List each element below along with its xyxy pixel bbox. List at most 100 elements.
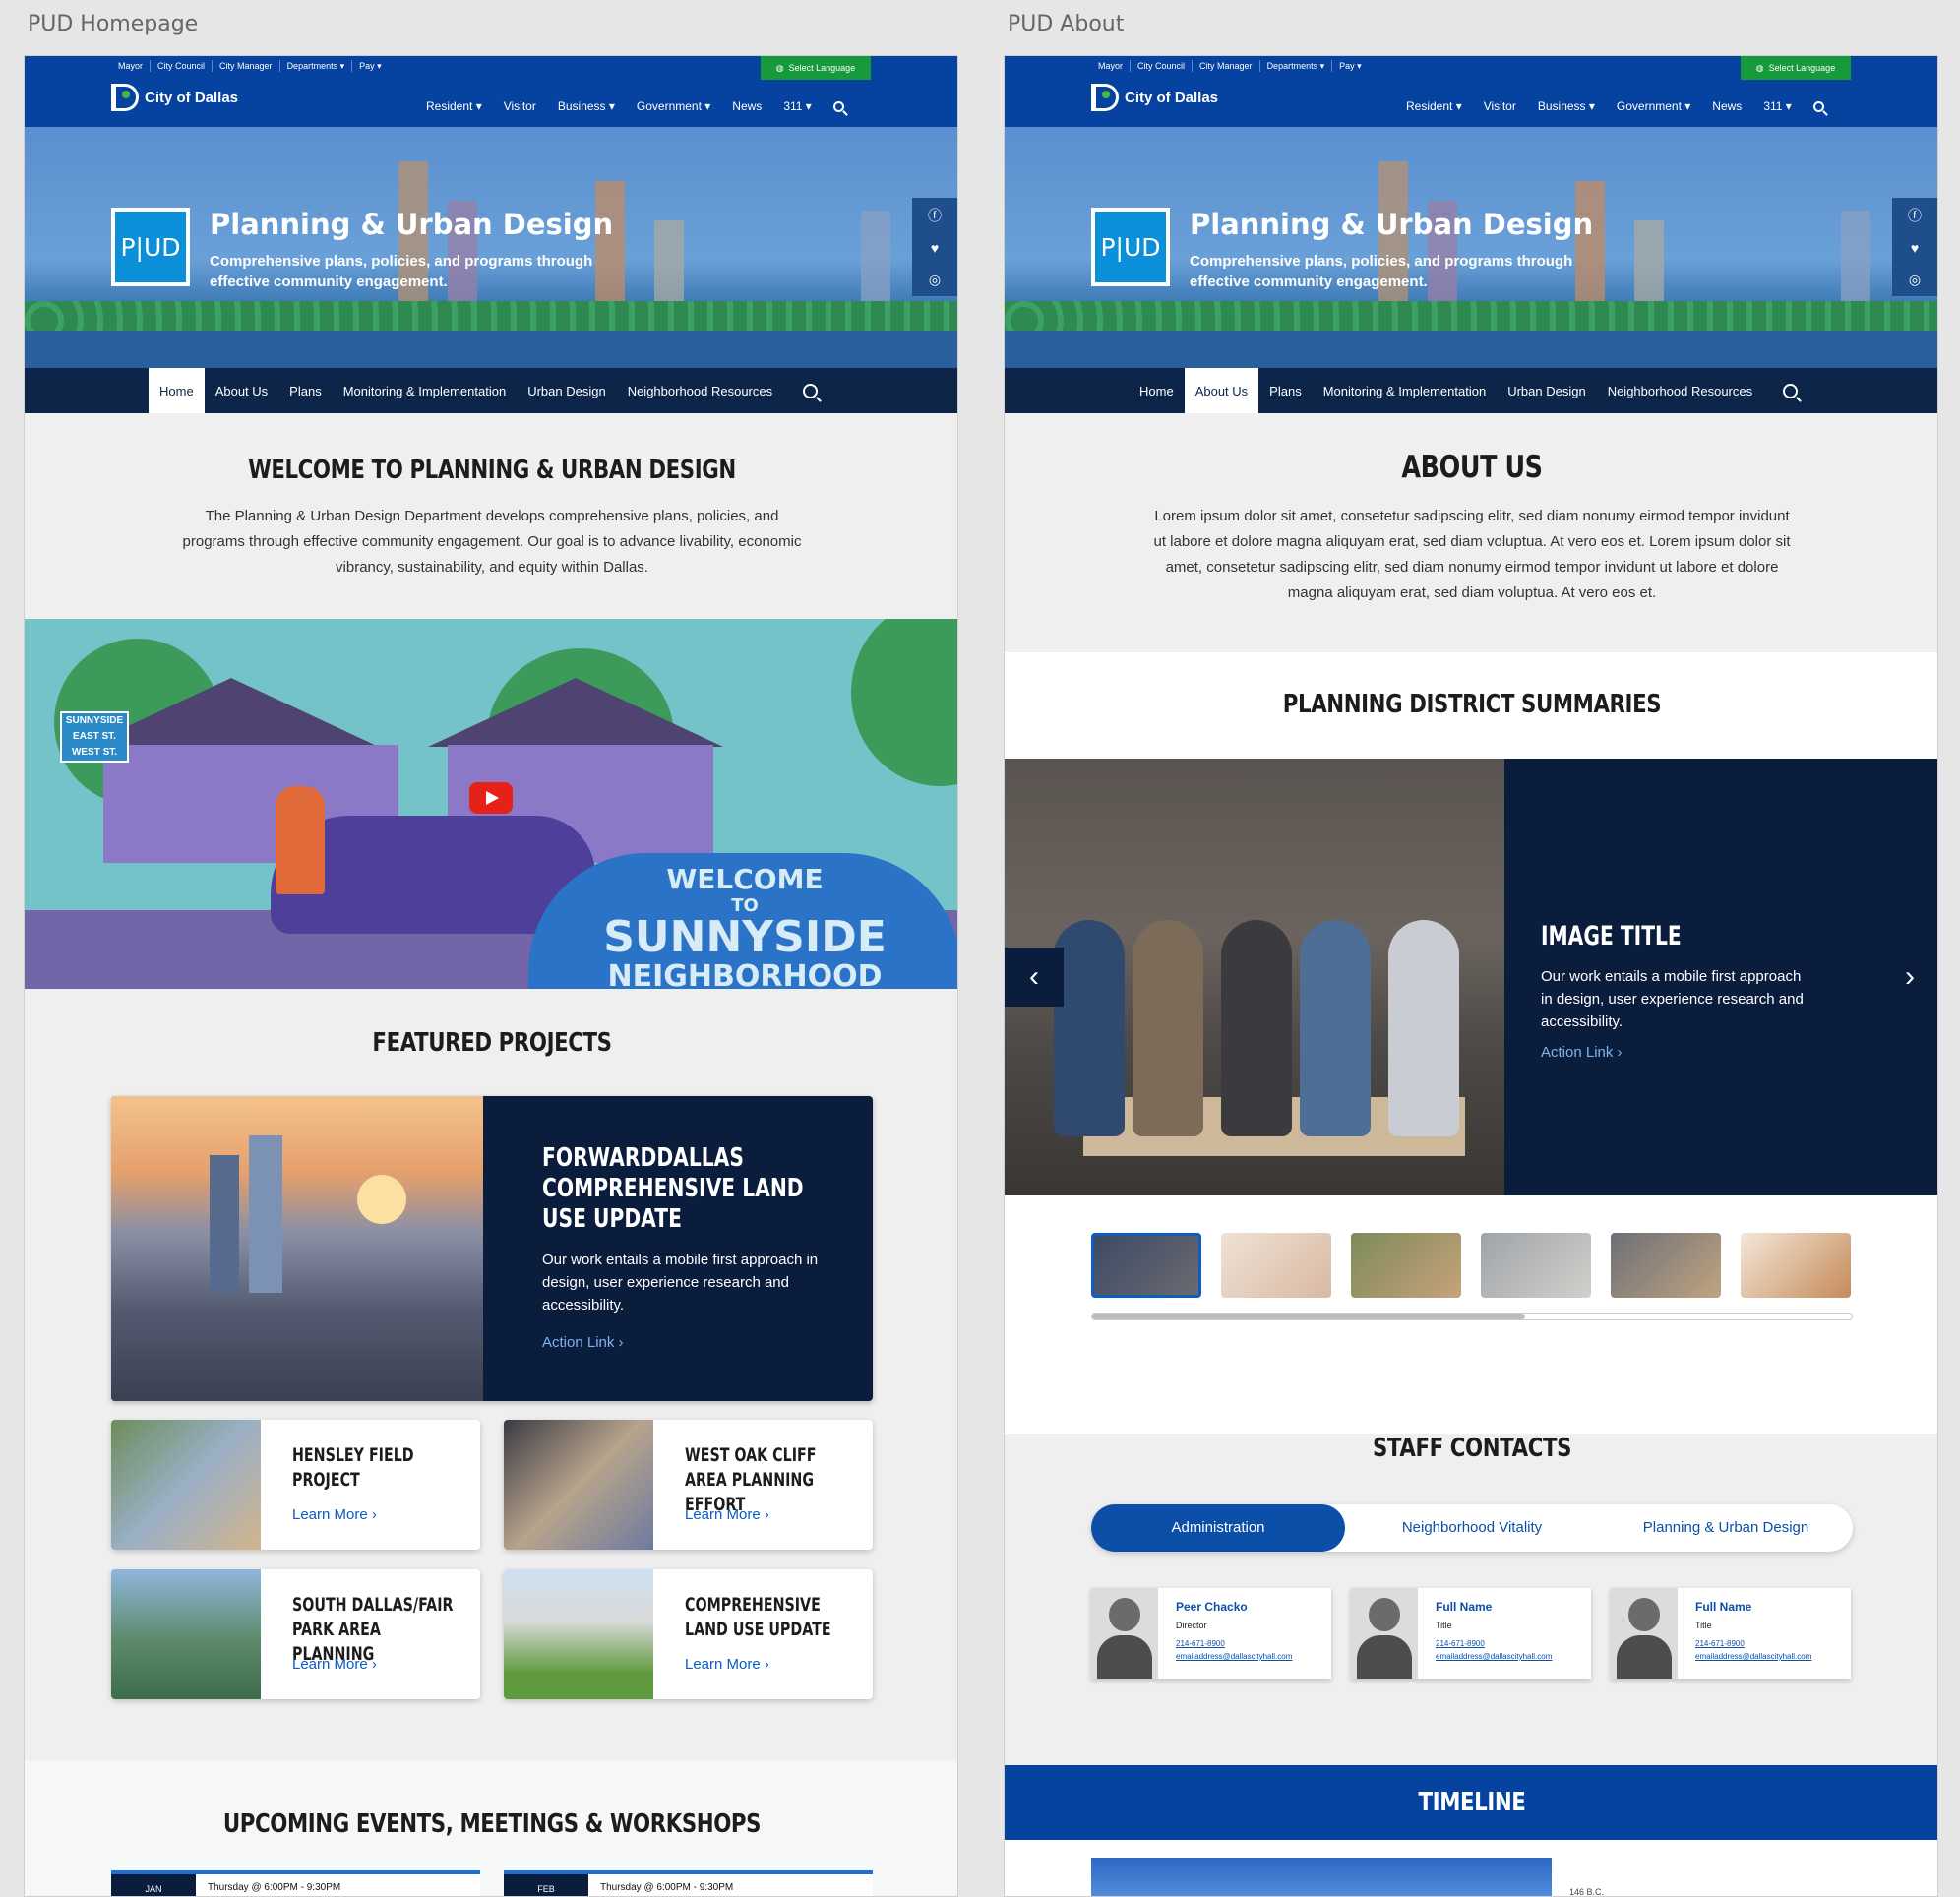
subnav-plans[interactable]: Plans [1258, 368, 1313, 413]
instagram-icon[interactable]: ◎ [929, 272, 941, 288]
carousel-action-link[interactable]: Action Link › [1541, 1044, 1623, 1061]
hero-subtitle: Comprehensive plans, policies, and progr… [210, 253, 593, 290]
nav-news[interactable]: News [1712, 99, 1742, 113]
util-link-manager[interactable]: City Manager [1193, 60, 1260, 72]
project-card-hensley[interactable]: HENSLEY FIELD PROJECT Learn More › [111, 1420, 480, 1550]
util-link-mayor[interactable]: Mayor [111, 60, 152, 72]
hero-banner: P|UD Planning & Urban Design Comprehensi… [25, 127, 957, 368]
subnav-home[interactable]: Home [1129, 368, 1185, 413]
search-icon[interactable] [832, 100, 844, 112]
avatar [1091, 1588, 1158, 1679]
featured-project-card[interactable]: FORWARDDALLAS COMPREHENSIVE LAND USE UPD… [111, 1096, 873, 1401]
avatar-body [1097, 1635, 1152, 1679]
thumbnail[interactable] [1091, 1233, 1201, 1298]
avatar-body [1357, 1635, 1412, 1679]
util-link-council[interactable]: City Council [151, 60, 214, 72]
util-link-manager[interactable]: City Manager [213, 60, 280, 72]
nav-resident[interactable]: Resident ▾ [1406, 99, 1462, 113]
street-sign-top: SUNNYSIDE [65, 715, 124, 726]
street-sign-east: EAST ST. [73, 731, 116, 742]
staff-email-link[interactable]: emailaddress@dallascityhall.com [1436, 1652, 1552, 1661]
learn-more-link[interactable]: Learn More › [685, 1506, 769, 1523]
facebook-icon[interactable]: ⓕ [1908, 206, 1922, 225]
select-language-button[interactable]: ◍ Select Language [1741, 56, 1851, 80]
staff-phone-link[interactable]: 214-671-8900 [1436, 1639, 1485, 1648]
subnav-urban-design[interactable]: Urban Design [517, 368, 617, 413]
subnav-search[interactable] [783, 368, 837, 413]
person [1054, 920, 1125, 1136]
featured-action-link[interactable]: Action Link › [542, 1334, 827, 1351]
hero-water [25, 331, 957, 368]
tab-planning-urban-design[interactable]: Planning & Urban Design [1599, 1504, 1853, 1552]
nav-business[interactable]: Business ▾ [1538, 99, 1595, 113]
nav-311[interactable]: 311 ▾ [1763, 99, 1792, 113]
thumbnail[interactable] [1221, 1233, 1331, 1298]
nav-311[interactable]: 311 ▾ [783, 99, 812, 113]
nav-news[interactable]: News [732, 99, 762, 113]
tab-neighborhood-vitality[interactable]: Neighborhood Vitality [1345, 1504, 1599, 1552]
thumbnail[interactable] [1481, 1233, 1591, 1298]
subnav-about[interactable]: About Us [1184, 368, 1259, 413]
subnav-neighborhood[interactable]: Neighborhood Resources [617, 368, 783, 413]
search-icon[interactable] [1812, 100, 1824, 112]
nav-government[interactable]: Government ▾ [1617, 99, 1690, 113]
avatar [1351, 1588, 1418, 1679]
subnav-search[interactable] [1763, 368, 1817, 413]
subnav-plans[interactable]: Plans [278, 368, 333, 413]
instagram-icon[interactable]: ◎ [1909, 272, 1921, 288]
learn-more-link[interactable]: Learn More › [292, 1506, 377, 1523]
timeline-date: 146 B.C. [1569, 1887, 1605, 1897]
city-logo[interactable]: City of Dallas [111, 84, 238, 111]
city-logo[interactable]: City of Dallas [1091, 84, 1218, 111]
event-card[interactable]: FEB Thursday @ 6:00PM - 9:30PM [504, 1870, 873, 1896]
staff-phone-link[interactable]: 214-671-8900 [1695, 1639, 1745, 1648]
nav-business[interactable]: Business ▾ [558, 99, 615, 113]
subnav-monitoring[interactable]: Monitoring & Implementation [1313, 368, 1497, 413]
staff-email-link[interactable]: emailaddress@dallascityhall.com [1695, 1652, 1811, 1661]
project-card-south-dallas[interactable]: SOUTH DALLAS/FAIR PARK AREA PLANNING Lea… [111, 1569, 480, 1699]
subnav-home[interactable]: Home [149, 368, 205, 413]
scrollbar-thumb[interactable] [1092, 1314, 1526, 1319]
department-nav: Home About Us Plans Monitoring & Impleme… [1005, 368, 1937, 413]
thumbnail[interactable] [1611, 1233, 1721, 1298]
util-link-departments[interactable]: Departments ▾ [1260, 60, 1333, 72]
about-text: Lorem ipsum dolor sit amet, consetetur s… [1153, 508, 1791, 601]
event-card[interactable]: JAN Thursday @ 6:00PM - 9:30PM [111, 1870, 480, 1896]
search-icon [803, 383, 819, 398]
thumbnail[interactable] [1351, 1233, 1461, 1298]
carousel-prev-icon[interactable]: ‹ [1005, 948, 1064, 1007]
util-link-pay[interactable]: Pay ▾ [1332, 60, 1369, 72]
project-card-west-oak-cliff[interactable]: WEST OAK CLIFF AREA PLANNING EFFORT Lear… [504, 1420, 873, 1550]
nav-visitor[interactable]: Visitor [1484, 99, 1516, 113]
util-link-mayor[interactable]: Mayor [1091, 60, 1132, 72]
tab-administration[interactable]: Administration [1091, 1504, 1345, 1552]
featured-project-title: FORWARDDALLAS COMPREHENSIVE LAND USE UPD… [542, 1143, 804, 1234]
twitter-icon[interactable]: ♥ [931, 240, 939, 256]
video-player[interactable]: SUNNYSIDE EAST ST. WEST ST. WELCOME TO S… [25, 619, 957, 989]
thumbnail-scrollbar[interactable] [1091, 1313, 1853, 1320]
subnav-about[interactable]: About Us [205, 368, 278, 413]
nav-visitor[interactable]: Visitor [504, 99, 536, 113]
nav-government[interactable]: Government ▾ [637, 99, 710, 113]
facebook-icon[interactable]: ⓕ [928, 206, 942, 225]
subnav-urban-design[interactable]: Urban Design [1497, 368, 1597, 413]
play-icon[interactable] [469, 782, 513, 814]
person [1133, 920, 1203, 1136]
subnav-monitoring[interactable]: Monitoring & Implementation [333, 368, 517, 413]
carousel-next-icon[interactable]: › [1880, 948, 1937, 1007]
util-link-departments[interactable]: Departments ▾ [280, 60, 353, 72]
select-language-button[interactable]: ◍ Select Language [761, 56, 871, 80]
util-link-council[interactable]: City Council [1131, 60, 1194, 72]
thumbnail[interactable] [1741, 1233, 1851, 1298]
twitter-icon[interactable]: ♥ [1911, 240, 1919, 256]
learn-more-link[interactable]: Learn More › [685, 1656, 769, 1673]
project-card-land-use[interactable]: COMPREHENSIVE LAND USE UPDATE Learn More… [504, 1569, 873, 1699]
learn-more-link[interactable]: Learn More › [292, 1656, 377, 1673]
staff-email-link[interactable]: emailaddress@dallascityhall.com [1176, 1652, 1292, 1661]
staff-title: Title [1695, 1621, 1712, 1630]
nav-resident[interactable]: Resident ▾ [426, 99, 482, 113]
hero-title: Planning & Urban Design [210, 208, 614, 241]
subnav-neighborhood[interactable]: Neighborhood Resources [1597, 368, 1763, 413]
staff-phone-link[interactable]: 214-671-8900 [1176, 1639, 1225, 1648]
util-link-pay[interactable]: Pay ▾ [352, 60, 389, 72]
